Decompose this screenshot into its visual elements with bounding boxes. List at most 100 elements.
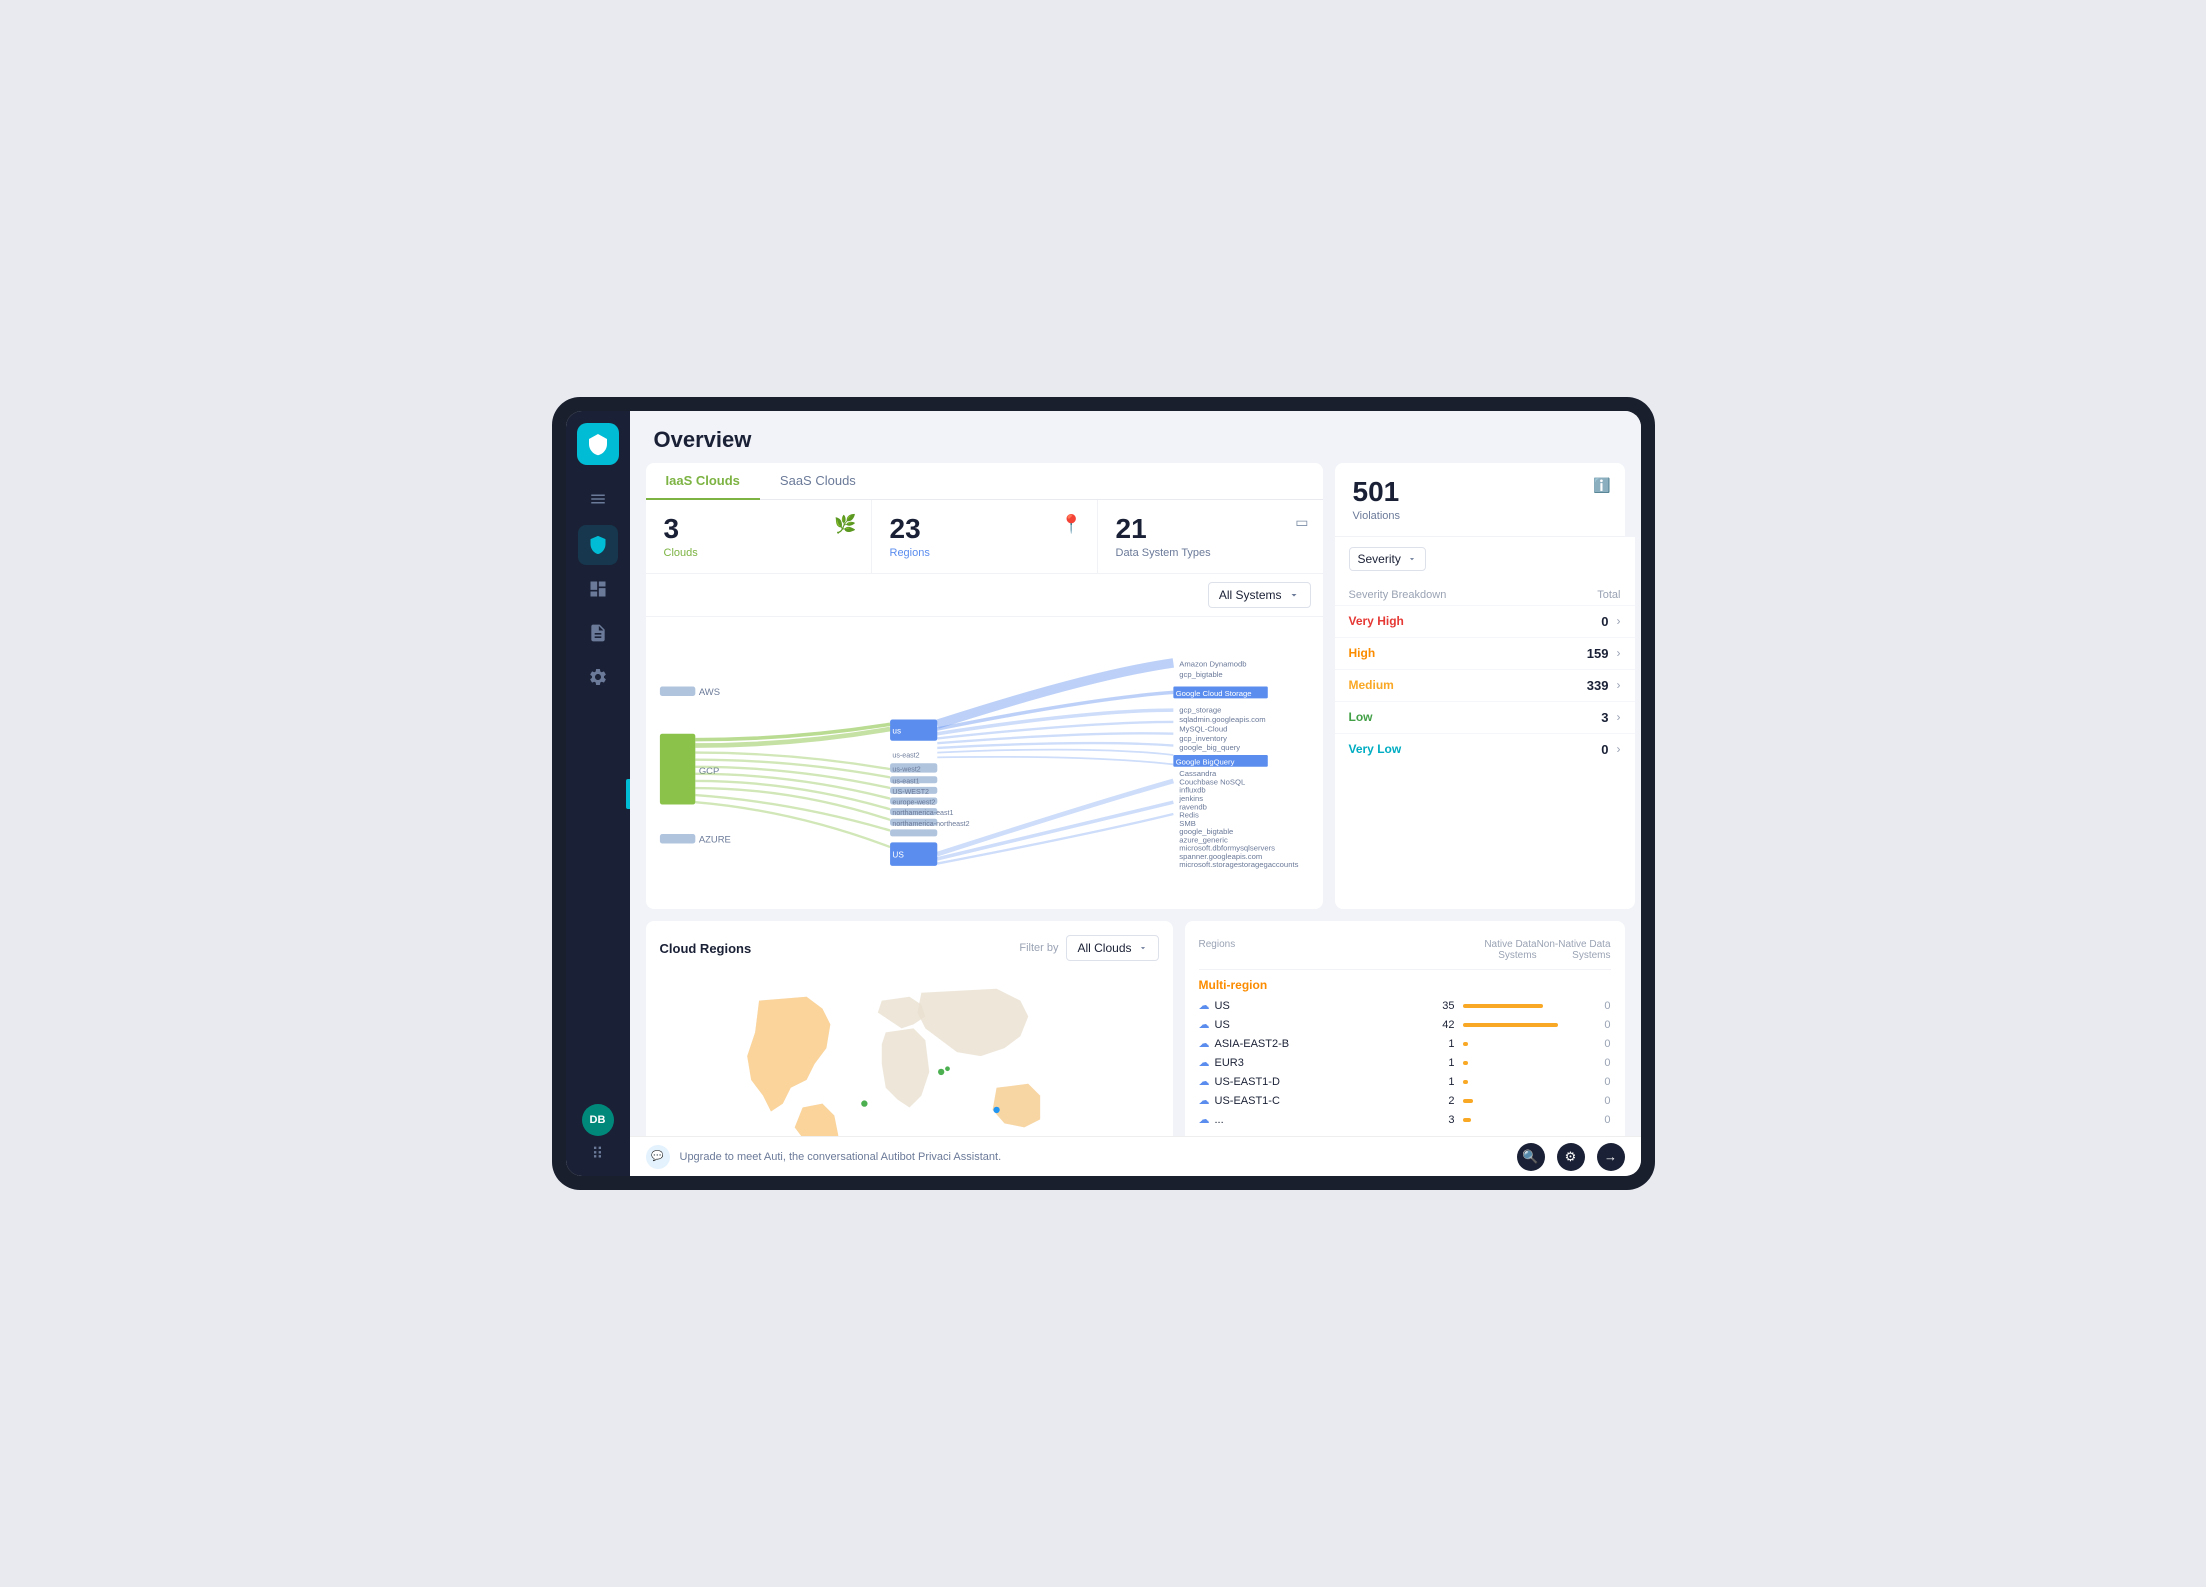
clouds-label: Clouds <box>664 547 853 559</box>
filter-by-label: Filter by <box>1019 942 1058 954</box>
svg-text:us-east1: us-east1 <box>892 777 919 785</box>
region-row: ☁ ... 3 0 <box>1199 1110 1611 1129</box>
sidebar-active-indicator <box>626 779 630 809</box>
severity-level-label: High <box>1349 646 1587 660</box>
stat-regions: 23 Regions 📍 <box>872 500 1098 573</box>
svg-text:gcp_storage: gcp_storage <box>1179 705 1221 714</box>
sankey-panel: All Systems AWS <box>646 574 1323 909</box>
sidebar-item-shield[interactable] <box>578 525 618 565</box>
all-clouds-value: All Clouds <box>1077 941 1131 955</box>
severity-count: 0 <box>1601 742 1608 757</box>
native-bar <box>1463 1004 1563 1008</box>
severity-count: 3 <box>1601 710 1608 725</box>
severity-level-label: Low <box>1349 710 1602 724</box>
severity-very-low[interactable]: Very Low 0 › <box>1335 733 1635 765</box>
stats-row: 3 Clouds 🌿 23 Regions 📍 <box>646 500 1323 574</box>
sankey-svg: AWS GCP AZURE us <box>654 625 1315 901</box>
region-row: ☁ US 35 0 <box>1199 996 1611 1015</box>
arrow-bottom-icon[interactable]: → <box>1597 1143 1625 1171</box>
svg-text:microsoft.storagestoragegaccou: microsoft.storagestoragegaccounts <box>1179 860 1298 869</box>
region-count: 1 <box>1415 1057 1455 1069</box>
regions-icon: 📍 <box>1060 514 1082 535</box>
non-native-count: 0 <box>1571 1019 1611 1031</box>
bottom-action-icons: 🔍 ⚙ → <box>1517 1143 1625 1171</box>
sidebar-item-document[interactable] <box>578 613 618 653</box>
svg-text:northamerica-east1: northamerica-east1 <box>892 809 953 817</box>
svg-text:Google Cloud Storage: Google Cloud Storage <box>1175 689 1251 698</box>
svg-text:us: us <box>892 727 901 736</box>
clouds-icon: 🌿 <box>834 514 856 535</box>
svg-text:gcp_inventory: gcp_inventory <box>1179 734 1227 743</box>
native-bar <box>1463 1080 1563 1084</box>
chevron-right-icon: › <box>1617 678 1621 692</box>
svg-text:AWS: AWS <box>698 687 719 698</box>
severity-dropdown-label: Severity <box>1358 552 1401 566</box>
sidebar-item-settings[interactable] <box>578 657 618 697</box>
tab-saas[interactable]: SaaS Clouds <box>760 463 876 499</box>
dots-menu-icon[interactable]: ⠿ <box>592 1144 604 1164</box>
non-native-count: 0 <box>1571 1057 1611 1069</box>
regions-data-panel: Regions Native DataSystems Non-Native Da… <box>1185 921 1625 1136</box>
native-bar <box>1463 1023 1563 1027</box>
svg-text:AZURE: AZURE <box>698 834 730 845</box>
svg-text:MySQL-Cloud: MySQL-Cloud <box>1179 724 1227 733</box>
all-clouds-dropdown[interactable]: All Clouds <box>1066 935 1158 961</box>
non-native-count: 0 <box>1571 1038 1611 1050</box>
non-native-count: 0 <box>1571 1076 1611 1088</box>
region-count: 35 <box>1415 1000 1455 1012</box>
violations-label: Violations <box>1353 510 1607 522</box>
severity-high[interactable]: High 159 › <box>1335 637 1635 669</box>
regions-table-header: Regions Native DataSystems Non-Native Da… <box>1199 935 1611 970</box>
filter-bottom-icon[interactable]: ⚙ <box>1557 1143 1585 1171</box>
page-header: Overview <box>630 411 1641 463</box>
severity-total-label: Total <box>1597 589 1620 601</box>
severity-low[interactable]: Low 3 › <box>1335 701 1635 733</box>
app-logo[interactable] <box>577 423 619 465</box>
tab-iaas[interactable]: IaaS Clouds <box>646 463 760 500</box>
region-row: ☁ US-EAST1-C 2 0 <box>1199 1091 1611 1110</box>
native-bar <box>1463 1099 1563 1103</box>
regions-label: Regions <box>890 547 1079 559</box>
severity-count: 0 <box>1601 614 1608 629</box>
regions-table: Regions Native DataSystems Non-Native Da… <box>1199 935 1611 1136</box>
clouds-value: 3 <box>664 514 853 545</box>
region-name: ☁ ASIA-EAST2-B <box>1199 1037 1407 1050</box>
sidebar-bottom: DB ⠿ <box>582 1104 614 1164</box>
svg-text:europe-west2: europe-west2 <box>892 798 935 806</box>
severity-dropdown[interactable]: Severity <box>1349 547 1426 571</box>
severity-medium[interactable]: Medium 339 › <box>1335 669 1635 701</box>
col-regions: Regions <box>1199 939 1485 961</box>
region-name: ☁ US <box>1199 1018 1407 1031</box>
col-non-native: Non-Native DataSystems <box>1537 939 1611 961</box>
sidebar-item-dashboard[interactable] <box>578 569 618 609</box>
native-bar <box>1463 1118 1563 1122</box>
all-systems-dropdown[interactable]: All Systems <box>1208 582 1311 608</box>
svg-text:Amazon Dynamodb: Amazon Dynamodb <box>1179 659 1246 668</box>
region-count: 3 <box>1415 1114 1455 1126</box>
data-systems-value: 21 <box>1116 514 1305 545</box>
region-row: ☁ US 42 0 <box>1199 1015 1611 1034</box>
bottom-section: Cloud Regions Filter by All Clouds <box>646 921 1625 1136</box>
sidebar-nav <box>578 525 618 1104</box>
stat-data-systems: 21 Data System Types ▭ <box>1098 500 1323 573</box>
data-systems-label: Data System Types <box>1116 547 1305 559</box>
severity-very-high[interactable]: Very High 0 › <box>1335 605 1635 637</box>
sankey-chart: AWS GCP AZURE us <box>646 617 1323 909</box>
svg-text:google_big_query: google_big_query <box>1179 743 1240 752</box>
severity-header: Severity <box>1335 537 1635 585</box>
native-bar <box>1463 1061 1563 1065</box>
hamburger-icon[interactable] <box>584 485 612 513</box>
col-native: Native DataSystems <box>1484 939 1536 961</box>
search-bottom-icon[interactable]: 🔍 <box>1517 1143 1545 1171</box>
user-avatar[interactable]: DB <box>582 1104 614 1136</box>
svg-text:northamerica-northeast2: northamerica-northeast2 <box>892 820 969 828</box>
chevron-right-icon: › <box>1617 646 1621 660</box>
severity-breakdown-label: Severity Breakdown <box>1349 589 1447 601</box>
sidebar: DB ⠿ <box>566 411 630 1176</box>
region-name: ☁ US <box>1199 999 1407 1012</box>
region-name: ☁ ... <box>1199 1113 1407 1126</box>
cloud-regions-title: Cloud Regions <box>660 941 752 956</box>
region-row: ☁ EUR3 1 0 <box>1199 1053 1611 1072</box>
svg-text:gcp_bigtable: gcp_bigtable <box>1179 670 1222 679</box>
data-systems-icon: ▭ <box>1295 514 1308 531</box>
